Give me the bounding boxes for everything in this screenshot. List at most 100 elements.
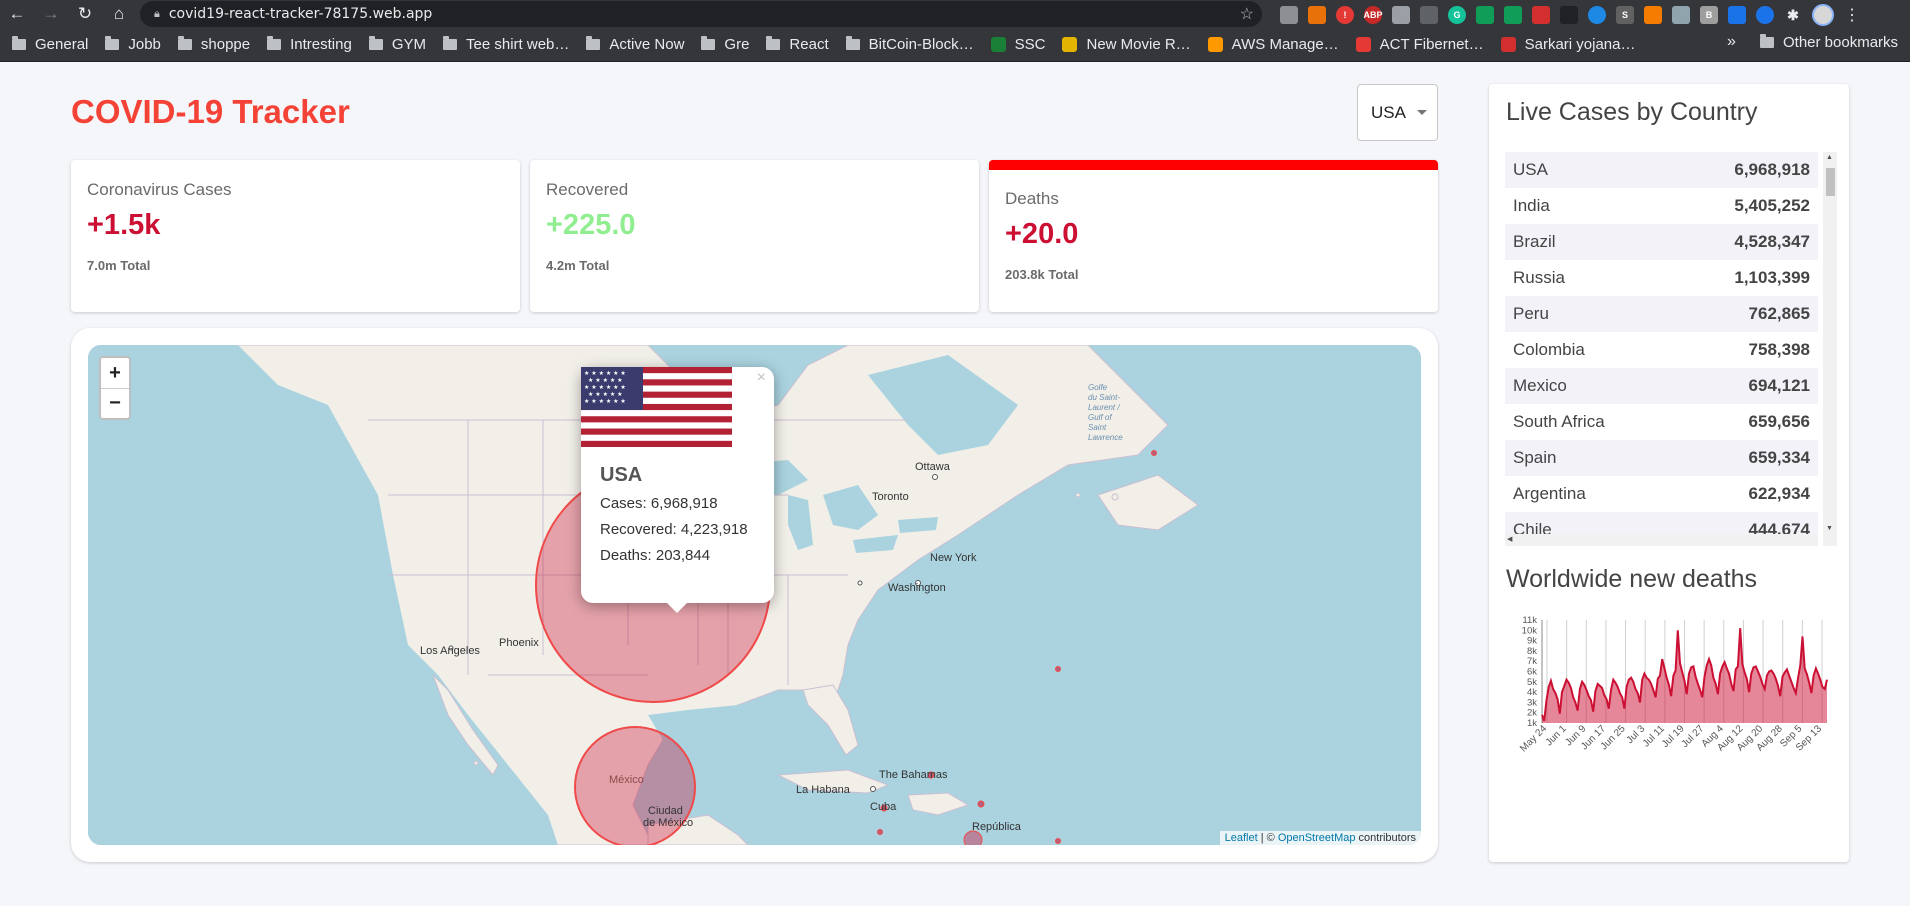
- zoom-in-button[interactable]: +: [101, 358, 129, 388]
- bookmarks-bar: General Jobb shoppe Intresting GYM Tee shirt …: [0, 28, 1910, 62]
- app-title: COVID-19 Tracker: [71, 93, 350, 130]
- bookmark-item[interactable]: Gre: [701, 31, 757, 59]
- s-extension-icon[interactable]: S: [1616, 6, 1634, 24]
- table-row[interactable]: Peru 762,865: [1505, 296, 1818, 332]
- table-horizontal-scrollbar[interactable]: ◀: [1505, 534, 1818, 546]
- leaflet-link[interactable]: Leaflet: [1225, 832, 1258, 844]
- recovered-card-label: Recovered: [546, 180, 629, 199]
- dominican-case-circle[interactable]: [963, 830, 983, 845]
- profile-avatar[interactable]: [1812, 4, 1834, 26]
- table-row[interactable]: Mexico 694,121: [1505, 368, 1818, 404]
- bookmark-label: Tee shirt web…: [466, 36, 570, 53]
- pen-extension-icon[interactable]: [1420, 6, 1438, 24]
- bookmark-item[interactable]: React: [766, 31, 836, 59]
- menu-kebab-icon[interactable]: ⋮: [1844, 5, 1860, 25]
- jamaica-case-circle[interactable]: [877, 829, 883, 835]
- recovered-card-total: 4.2m Total: [546, 258, 610, 273]
- bookmark-label: Sarkari yojana…: [1524, 36, 1636, 53]
- puzzle-extensions-icon[interactable]: ✱: [1784, 6, 1802, 24]
- bookmark-item[interactable]: Sarkari yojana…: [1500, 31, 1644, 59]
- table-vertical-scrollbar[interactable]: ▲ ▼: [1823, 152, 1837, 546]
- attribution-separator: | ©: [1257, 832, 1278, 844]
- chart-y-tick-label: 6k: [1527, 667, 1537, 678]
- bookmark-item[interactable]: Jobb: [105, 31, 169, 59]
- back-icon[interactable]: ←: [0, 0, 34, 28]
- haiti-case-circle[interactable]: [977, 800, 985, 808]
- bookmark-item[interactable]: GYM: [368, 31, 434, 59]
- other-bookmarks[interactable]: Other bookmarks: [1760, 28, 1906, 56]
- country-dropdown[interactable]: USA: [1357, 84, 1438, 141]
- dots-extension-icon[interactable]: [1532, 6, 1550, 24]
- usa-flag-image: ★ ★ ★ ★ ★ ★ ★ ★ ★ ★ ★ ★ ★ ★ ★ ★ ★ ★ ★ ★ …: [581, 367, 751, 461]
- chart-y-tick-label: 1k: [1527, 718, 1537, 729]
- country-name: USA: [1513, 160, 1548, 179]
- web-extension-icon[interactable]: [1588, 6, 1606, 24]
- bookmark-item[interactable]: SSC: [990, 31, 1054, 59]
- golfe-label-6: Lawrence: [1088, 433, 1123, 442]
- dev-extension-icon[interactable]: [1392, 6, 1410, 24]
- scroll-down-arrow-icon[interactable]: ▼: [1826, 525, 1833, 532]
- vpn-extension-icon[interactable]: [1308, 6, 1326, 24]
- table-row[interactable]: Argentina 622,934: [1505, 476, 1818, 512]
- bookmark-item[interactable]: ACT Fibernet…: [1355, 31, 1492, 59]
- los-angeles-label: Los Angeles: [420, 645, 480, 657]
- scroll-left-arrow-icon[interactable]: ◀: [1507, 535, 1512, 543]
- reload-icon[interactable]: ↻: [68, 0, 102, 28]
- bookmark-label: SSC: [1014, 36, 1046, 53]
- home-icon[interactable]: ⌂: [102, 0, 136, 28]
- washington-label: Washington: [888, 582, 946, 594]
- bookmark-item[interactable]: Tee shirt web…: [443, 31, 577, 59]
- table-row[interactable]: Russia 1,103,399: [1505, 260, 1818, 296]
- forward-icon[interactable]: →: [34, 0, 68, 28]
- b-extension-icon[interactable]: B: [1700, 6, 1718, 24]
- bookmark-label: AWS Manage…: [1231, 36, 1339, 53]
- table-row[interactable]: Spain 659,334: [1505, 440, 1818, 476]
- bookmark-item[interactable]: BitCoin-Block…: [845, 31, 982, 59]
- bookmark-item[interactable]: New Movie R…: [1062, 31, 1198, 59]
- deaths-card[interactable]: Deaths +20.0 203.8k Total: [989, 160, 1438, 312]
- evernote-extension-icon[interactable]: [1476, 6, 1494, 24]
- blue-circle-extension-icon[interactable]: [1756, 6, 1774, 24]
- pocket-extension-icon[interactable]: [1280, 6, 1298, 24]
- scroll-up-arrow-icon[interactable]: ▲: [1826, 154, 1833, 161]
- zoom-extension-icon[interactable]: [1728, 6, 1746, 24]
- puerto-rico-case-circle[interactable]: [1055, 838, 1061, 844]
- table-row[interactable]: India 5,405,252: [1505, 188, 1818, 224]
- scroll-thumb[interactable]: [1826, 168, 1835, 196]
- cast-extension-icon[interactable]: [1672, 6, 1690, 24]
- country-cases-table[interactable]: USA 6,968,918 India 5,405,252 Brazil 4,528,34…: [1505, 152, 1818, 546]
- table-row[interactable]: Brazil 4,528,347: [1505, 224, 1818, 260]
- metamask-extension-icon[interactable]: [1644, 6, 1662, 24]
- bookmark-item[interactable]: Intresting: [267, 31, 360, 59]
- bookmark-item[interactable]: General: [12, 31, 96, 59]
- zoom-out-button[interactable]: −: [101, 388, 129, 418]
- alert-extension-icon[interactable]: !: [1336, 6, 1354, 24]
- cases-card[interactable]: Coronavirus Cases +1.5k 7.0m Total: [71, 160, 520, 312]
- recovered-card[interactable]: Recovered +225.0 4.2m Total: [530, 160, 979, 312]
- country-name: Russia: [1513, 268, 1565, 287]
- table-row[interactable]: USA 6,968,918: [1505, 152, 1818, 188]
- react-devtools-extension-icon[interactable]: [1560, 6, 1578, 24]
- country-name: Argentina: [1513, 484, 1586, 503]
- osm-link[interactable]: OpenStreetMap: [1278, 832, 1356, 844]
- map[interactable]: Ottawa Toronto New York Washington Phoen…: [88, 345, 1421, 845]
- bookmark-item[interactable]: shoppe: [177, 31, 258, 59]
- bookmark-item[interactable]: Active Now: [586, 31, 692, 59]
- adblock-extension-icon[interactable]: ABP: [1364, 6, 1383, 24]
- bermuda-case-circle[interactable]: [1055, 666, 1061, 672]
- bookmark-list: General Jobb shoppe Intresting GYM Tee shirt …: [12, 31, 1653, 59]
- mail-extension-icon[interactable]: [1504, 6, 1522, 24]
- address-bar[interactable]: 🔒︎ covid19-react-tracker-78175.web.app ☆: [140, 1, 1262, 27]
- country-cases: 6,968,918: [1734, 160, 1810, 179]
- country-name: South Africa: [1513, 412, 1605, 431]
- popup-close-icon[interactable]: ×: [757, 369, 766, 387]
- grammarly-extension-icon[interactable]: G: [1448, 6, 1466, 24]
- bookmarks-overflow-icon[interactable]: »: [1727, 33, 1736, 51]
- bookmark-label: shoppe: [200, 36, 251, 53]
- bookmark-star-icon[interactable]: ☆: [1240, 4, 1254, 24]
- lock-icon: 🔒︎: [154, 7, 160, 20]
- canada-east-case-circle[interactable]: [1151, 450, 1157, 456]
- table-row[interactable]: Colombia 758,398: [1505, 332, 1818, 368]
- table-row[interactable]: South Africa 659,656: [1505, 404, 1818, 440]
- bookmark-item[interactable]: AWS Manage…: [1207, 31, 1347, 59]
